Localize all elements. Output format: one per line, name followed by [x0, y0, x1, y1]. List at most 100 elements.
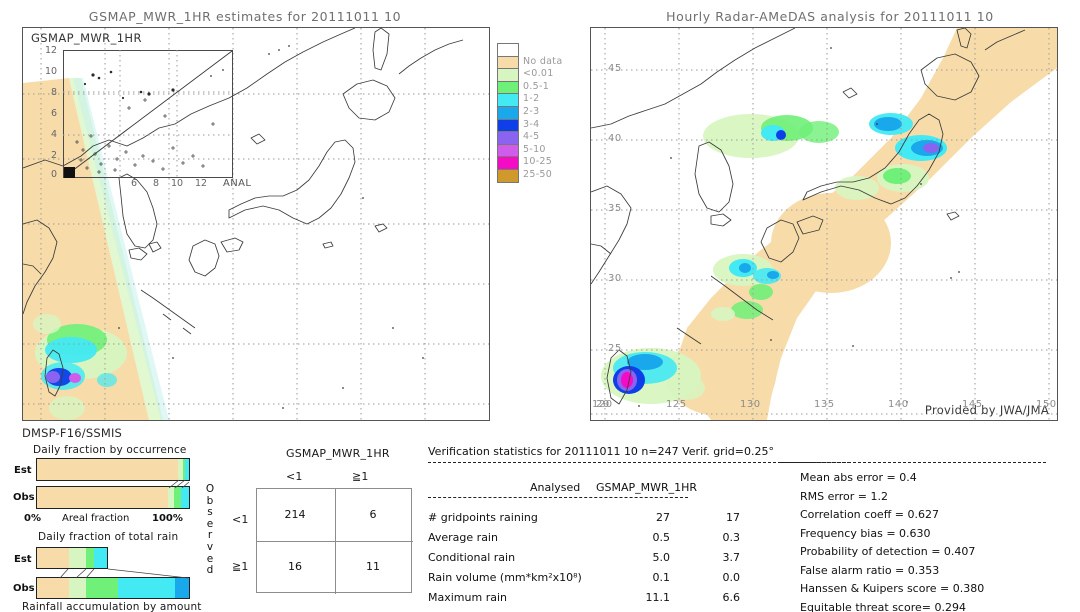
right-ytick-30: 30 [608, 273, 622, 284]
inset-xaxis-label: ANAL [223, 178, 252, 189]
verification-header: Verification statistics for 20111011 10 … [428, 445, 774, 458]
observed-letter-0: O [205, 483, 215, 495]
colorbar-label-9: 10-25 [523, 156, 553, 168]
bar-segment-1 [68, 548, 86, 568]
bar-segment-2 [86, 548, 94, 568]
amount-est-bar[interactable] [36, 547, 108, 569]
occurrence-axis-max: 100% [152, 513, 183, 524]
bar-segment-4 [175, 578, 189, 598]
colorbar-swatch-5 [498, 106, 518, 120]
right-xtick-125: 125 [666, 399, 687, 410]
colorbar-swatches [497, 43, 519, 183]
score-row-6: Hanssen & Kuipers score = 0.380 [800, 582, 985, 595]
amount-obs-label: Obs [13, 583, 35, 594]
colorbar-label-6: 3-4 [523, 118, 540, 130]
colorbar-labels: No data <0.01 0.5-1 1-2 2-3 3-4 4-5 5-10 10-25 25… [523, 43, 562, 182]
colorbar-label-3: 0.5-1 [523, 80, 550, 92]
inset-scatter-graphics [63, 50, 233, 178]
colorbar-label-0 [523, 43, 562, 56]
inset-ytick-10: 10 [45, 66, 58, 77]
verification-row-name-2: Conditional rain [428, 551, 516, 564]
inset-ytick-12: 12 [45, 45, 58, 56]
verification-row-name-4: Maximum rain [428, 591, 507, 604]
bar-segment-3 [93, 548, 107, 568]
score-row-3: Frequency bias = 0.630 [800, 526, 931, 540]
contingency-row-header-ge1: ≧1 [232, 560, 249, 573]
inset-xtick-12: 12 [195, 178, 208, 189]
colorbar-swatch-3 [498, 81, 518, 95]
verification-row-name-0: # gridpoints raining [428, 511, 538, 524]
verification-row-estimate-4: 6.6 [722, 591, 741, 604]
scores-rule [780, 462, 850, 463]
colorbar-label-7: 4-5 [523, 131, 540, 143]
colorbar-label-1: No data [523, 55, 563, 67]
contingency-column-group-label: GSMAP_MWR_1HR [286, 447, 390, 460]
right-xtick-130: 130 [740, 399, 761, 410]
contingency-cell-hit-miss-0-0: 214 [284, 507, 306, 521]
colorbar-swatch-2 [498, 69, 518, 82]
radar-amedas-map[interactable]: Provided by JWA/JMA [590, 27, 1058, 421]
verification-row-estimate-2: 3.7 [722, 551, 741, 564]
bar-segment-0 [37, 459, 179, 480]
bar-segment-2 [85, 578, 118, 598]
verification-row-analysed-0: 27 [656, 511, 670, 524]
colorbar-swatch-9 [498, 157, 518, 170]
occurrence-est-bar[interactable] [36, 458, 190, 481]
score-row-0: Mean abs error = 0.4 [800, 471, 917, 484]
amount-chart-title: Daily fraction of total rain [38, 531, 179, 543]
occurrence-obs-label: Obs [13, 492, 35, 503]
colorbar-swatch-6 [498, 119, 518, 133]
colorbar-swatch-0 [498, 44, 518, 57]
verification-row-estimate-1: 0.3 [722, 531, 741, 544]
right-panel-title: Hourly Radar-AMeDAS analysis for 2011101… [666, 9, 994, 24]
inset-ytick-6: 6 [51, 108, 58, 119]
bar-segment-0 [37, 578, 69, 598]
colorbar-swatch-4 [498, 94, 518, 107]
right-ytick-35: 35 [608, 203, 622, 214]
left-panel-title: GSMAP_MWR_1HR estimates for 20111011 10 [88, 9, 402, 24]
inset-xtick-8: 8 [153, 178, 160, 189]
score-row-2: Correlation coeff = 0.627 [800, 508, 939, 521]
right-xtick-145: 145 [962, 399, 983, 410]
inset-xtick-10: 10 [171, 178, 184, 189]
colorbar-swatch-8 [498, 144, 518, 158]
verification-rule-mid [428, 497, 688, 498]
colorbar-swatch-1 [498, 56, 518, 70]
colorbar-swatch-7 [498, 132, 518, 145]
inset-ytick-4: 4 [51, 129, 58, 140]
amount-obs-bar[interactable] [36, 577, 190, 599]
colorbar: No data <0.01 0.5-1 1-2 2-3 3-4 4-5 5-10 10-25 25… [497, 43, 577, 188]
contingency-col-header-lt1: <1 [286, 470, 303, 483]
verification-row-analysed-3: 0.1 [652, 571, 671, 584]
score-row-4: Probability of detection = 0.407 [800, 545, 976, 558]
score-row-1: RMS error = 1.2 [800, 489, 888, 503]
verification-row-analysed-4: 11.1 [645, 591, 671, 604]
inset-xtick-6: 6 [131, 178, 138, 189]
gsmap-estimate-map[interactable]: GSMAP_MWR_1HR 12 10 8 6 4 2 0 6 8 10 12 … [22, 27, 490, 421]
verification-col-estimate: GSMAP_MWR_1HR [596, 481, 698, 494]
observed-letter-5: v [206, 540, 214, 553]
bar-segment-1 [68, 578, 86, 598]
bar-segment-3 [117, 578, 176, 598]
sensor-label: DMSP-F16/SSMIS [22, 426, 123, 440]
verification-row-analysed-1: 0.5 [652, 531, 671, 544]
contingency-cell-1-1: 11 [366, 560, 380, 573]
colorbar-label-10: 25-50 [523, 168, 553, 180]
contingency-row-header-lt1: <1 [232, 513, 249, 526]
right-xtick-135: 135 [814, 399, 835, 410]
bar-segment-3 [185, 459, 189, 480]
contingency-row-axis-label: Observed [204, 483, 216, 577]
verification-row-estimate-3: 0.0 [722, 571, 741, 584]
score-row-7: Equitable threat score= 0.294 [800, 600, 966, 612]
colorbar-label-4: 1-2 [523, 93, 540, 105]
right-xtick-150: 150 [1036, 399, 1057, 410]
right-ytick-40: 40 [608, 133, 622, 144]
verification-row-analysed-2: 5.0 [652, 551, 671, 564]
amount-chart-caption: Rainfall accumulation by amount [22, 601, 202, 612]
map-credit: Provided by JWA/JMA [924, 403, 1049, 417]
occurrence-est-label: Est [14, 465, 32, 476]
amount-est-label: Est [14, 554, 32, 565]
scatter-inset[interactable]: GSMAP_MWR_1HR 12 10 8 6 4 2 0 6 8 10 12 … [23, 28, 273, 189]
colorbar-swatch-10 [498, 169, 518, 183]
right-ytick-20: 20 [596, 399, 610, 410]
